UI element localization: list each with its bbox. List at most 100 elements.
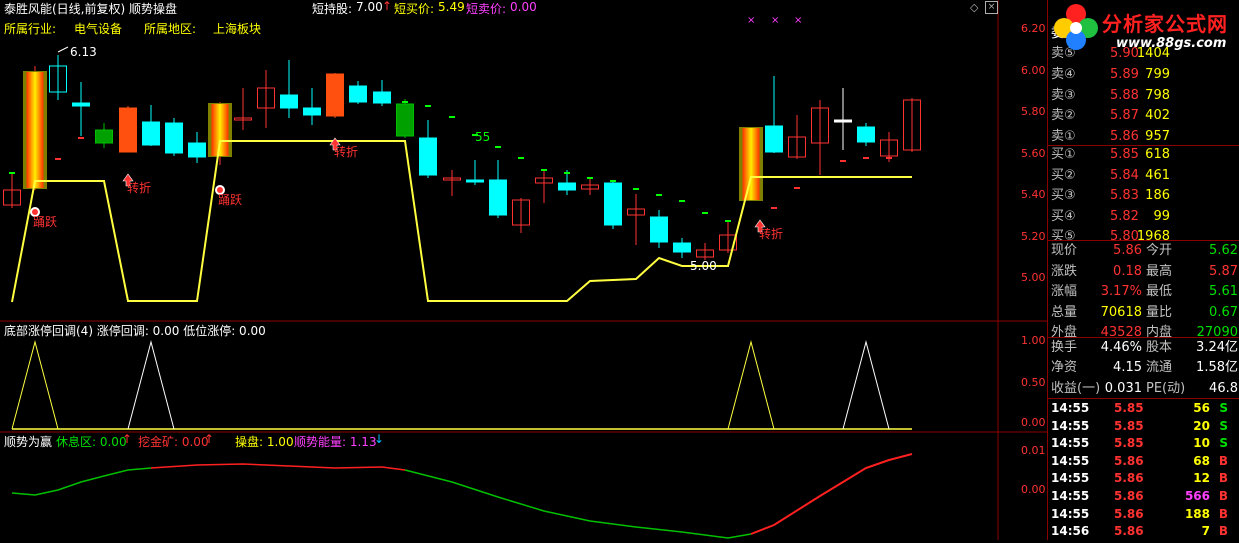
sell-label: 卖② [1051,108,1076,124]
up-arrow-icon: ↑ [382,0,393,13]
stat-value: 5.87 [1209,263,1238,279]
candle-body [349,85,367,103]
signal-dot [518,157,524,159]
candle-body [466,179,484,183]
sell-row: 卖③ 5.88 798 [1048,86,1239,106]
candle-body [211,104,229,156]
candle-body [857,126,875,143]
rest-zone-label: 休息区: 0.00 [56,435,127,449]
tick-row: 14:55 5.86 68 B [1048,452,1239,470]
turn-label: 转折 [127,180,151,195]
stat-label: 最低 [1146,284,1173,300]
tick-row: 14:55 5.85 56 S [1048,399,1239,417]
candle-body [326,73,344,117]
price-axis-label: 5.40 [1021,188,1046,201]
signal-dot [449,116,455,118]
signal-dot [794,187,800,189]
chart-area[interactable]: × × × 6.13 5.00 55 转折 转折 转折 踊跃 踊跃 泰胜风能(日线,前复权) 顺势操… [0,0,1047,540]
tick-time: 14:55 [1051,453,1090,468]
industry-label: 所属行业: [4,22,57,36]
chart-canvas[interactable]: × × ×6.135.0055转折转折转折踊跃踊跃 [0,0,1047,540]
jump-label: 踊跃 [218,193,242,207]
info-value: 1.58亿 [1196,360,1238,376]
tick-row: 14:56 5.86 7 B [1048,522,1239,540]
quote-panel: 委比卖⑤5.901404卖④5.89799卖③5.88798卖②5.87402卖… [1047,0,1239,540]
limit-up-spike [727,340,775,430]
panel2-title: 底部涨停回调(4) 涨停回调: 0.00 低位涨停: 0.00 [4,324,266,338]
trend-energy-label: 顺势能量: 1.13 [294,435,377,449]
tick-side: S [1219,418,1228,433]
stat-row: 涨跌 0.18 最高 5.87 [1048,262,1239,282]
info-value: 4.15 [1113,360,1142,376]
energy-line-green [11,467,152,496]
tick-price: 5.86 [1114,489,1144,503]
info-label: 换手 [1051,340,1078,355]
buy-label: 买② [1051,167,1076,183]
tick-side: B [1218,524,1228,539]
candle-body [650,216,668,243]
buy-volume: 186 [1145,188,1170,203]
leader-line [57,46,69,53]
region-value: 上海板块 [213,22,262,36]
tick-time: 14:55 [1051,436,1090,451]
down-arrow-icon: ↓ [374,432,385,446]
marker-x: × [794,15,802,26]
candle-body [558,182,576,191]
signal-dot [886,157,892,159]
tick-row: 14:55 5.85 20 S [1048,417,1239,435]
signal-dot [771,207,777,209]
energy-line-red [750,453,913,535]
support-line [11,140,912,303]
stat-row: 涨幅 3.17% 最低 5.61 [1048,282,1239,302]
stat-value: 70618 [1100,304,1142,320]
candle-body [280,94,298,109]
close-icon[interactable]: × [985,1,998,14]
diamond-icon[interactable]: ◇ [970,1,978,14]
candle-body [673,242,691,253]
stat-value: 5.61 [1209,284,1238,300]
flower-logo-icon [1054,4,1098,50]
tick-volume: 20 [1193,418,1210,433]
energy-line-red [150,463,406,471]
candle-body [419,137,437,176]
tick-price: 5.86 [1114,471,1144,486]
region-label: 所属地区: [144,22,197,36]
jump-label: 踊跃 [33,215,57,229]
tick-side: S [1219,401,1228,415]
info-label: 净资 [1051,360,1078,376]
price-axis-label: 5.00 [1021,271,1046,284]
price-axis-label: 5.80 [1021,105,1046,118]
short-buy-label: 短买价: [394,2,435,16]
info-row: 收益(一) 0.031 PE(动) 46.8 [1048,379,1239,399]
info-row: 净资 4.15 流通 1.58亿 [1048,358,1239,378]
dig-gold-label: 挖金矿: 0.00 [138,435,209,449]
tick-price: 5.85 [1114,436,1144,451]
price-axis-label: 6.00 [1021,64,1046,77]
tick-time: 14:55 [1051,506,1090,521]
info-row: 换手 4.46% 股本 3.24亿 [1048,338,1239,358]
tick-side: S [1219,436,1228,451]
panel2-axis-label: 1.00 [1021,334,1046,347]
candle-body [303,107,321,116]
signal-dot [55,158,61,160]
turn-label: 转折 [334,144,358,159]
candle-body [604,182,622,226]
limit-up-spike [127,340,175,430]
info-label: 股本 [1146,340,1173,355]
sell-volume: 799 [1145,66,1170,82]
tick-price: 5.86 [1114,453,1144,468]
signal-dot [587,177,593,179]
short-hold-label: 短持股: [312,2,353,16]
buy-row: 买④ 5.82 99 [1048,207,1239,227]
candle-body [119,107,137,153]
tick-price: 5.85 [1114,418,1144,433]
tick-time: 14:55 [1051,489,1090,503]
signal-dot [610,180,616,182]
buy-row: 买① 5.85 618 [1048,145,1239,165]
chart-title: 泰胜风能(日线,前复权) 顺势操盘 [4,2,177,16]
panel2-axis-label: 0.50 [1021,376,1046,389]
short-sell-label: 短卖价: [466,2,507,16]
signal-dot [702,212,708,214]
stat-label: 总量 [1051,304,1078,320]
logo-url: www.88gs.com [1116,36,1227,51]
